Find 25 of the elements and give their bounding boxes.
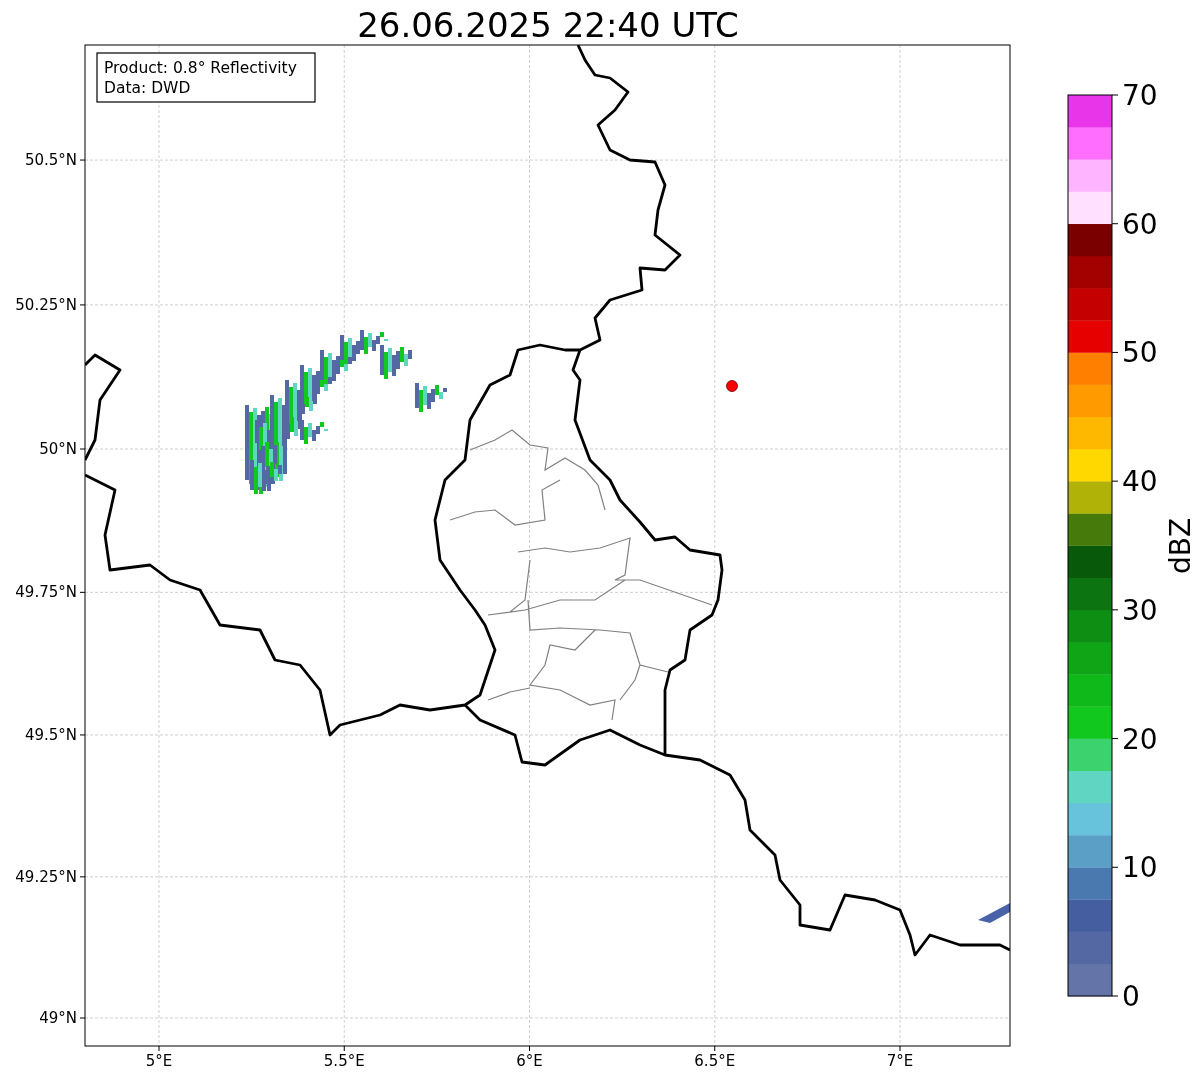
axis-tick-label: 5.5°E [323, 1052, 365, 1070]
axis-tick-label: 6°E [516, 1052, 543, 1070]
colorbar-tick-label: 60 [1122, 207, 1158, 241]
colorbar-tick-label: 30 [1122, 593, 1158, 627]
axis-tick-label: 50°N [39, 440, 77, 458]
colorbar-tick-label: 50 [1122, 336, 1158, 370]
axis-tick-label: 49°N [39, 1009, 77, 1027]
colorbar-tick-label: 40 [1122, 465, 1158, 499]
chart-title: 26.06.2025 22:40 UTC [357, 5, 739, 45]
station-marker [726, 380, 738, 392]
axis-tick-label: 49.75°N [15, 583, 77, 602]
axis-tick-label: 6.5°E [694, 1052, 736, 1070]
colorbar-tick-label: 10 [1122, 851, 1158, 885]
axis-tick-label: 49.5°N [24, 725, 77, 744]
axis-tick-label: 5°E [145, 1052, 173, 1070]
colorbar-label: dBZ [1164, 517, 1197, 575]
colorbar-tick-label: 20 [1122, 722, 1158, 756]
colorbar-tick-label: 70 [1122, 79, 1158, 112]
axis-tick-label: 7°E [886, 1052, 914, 1070]
axis-tick-label: 50.25°N [15, 295, 77, 314]
axis-tick-label: 49.25°N [15, 867, 77, 886]
colorbar-tick-label: 0 [1122, 980, 1140, 1013]
axis-tick-label: 50.5°N [24, 151, 77, 170]
legend-text: Product: 0.8° Reflectivity [104, 59, 297, 77]
legend-text: Data: DWD [104, 79, 191, 97]
